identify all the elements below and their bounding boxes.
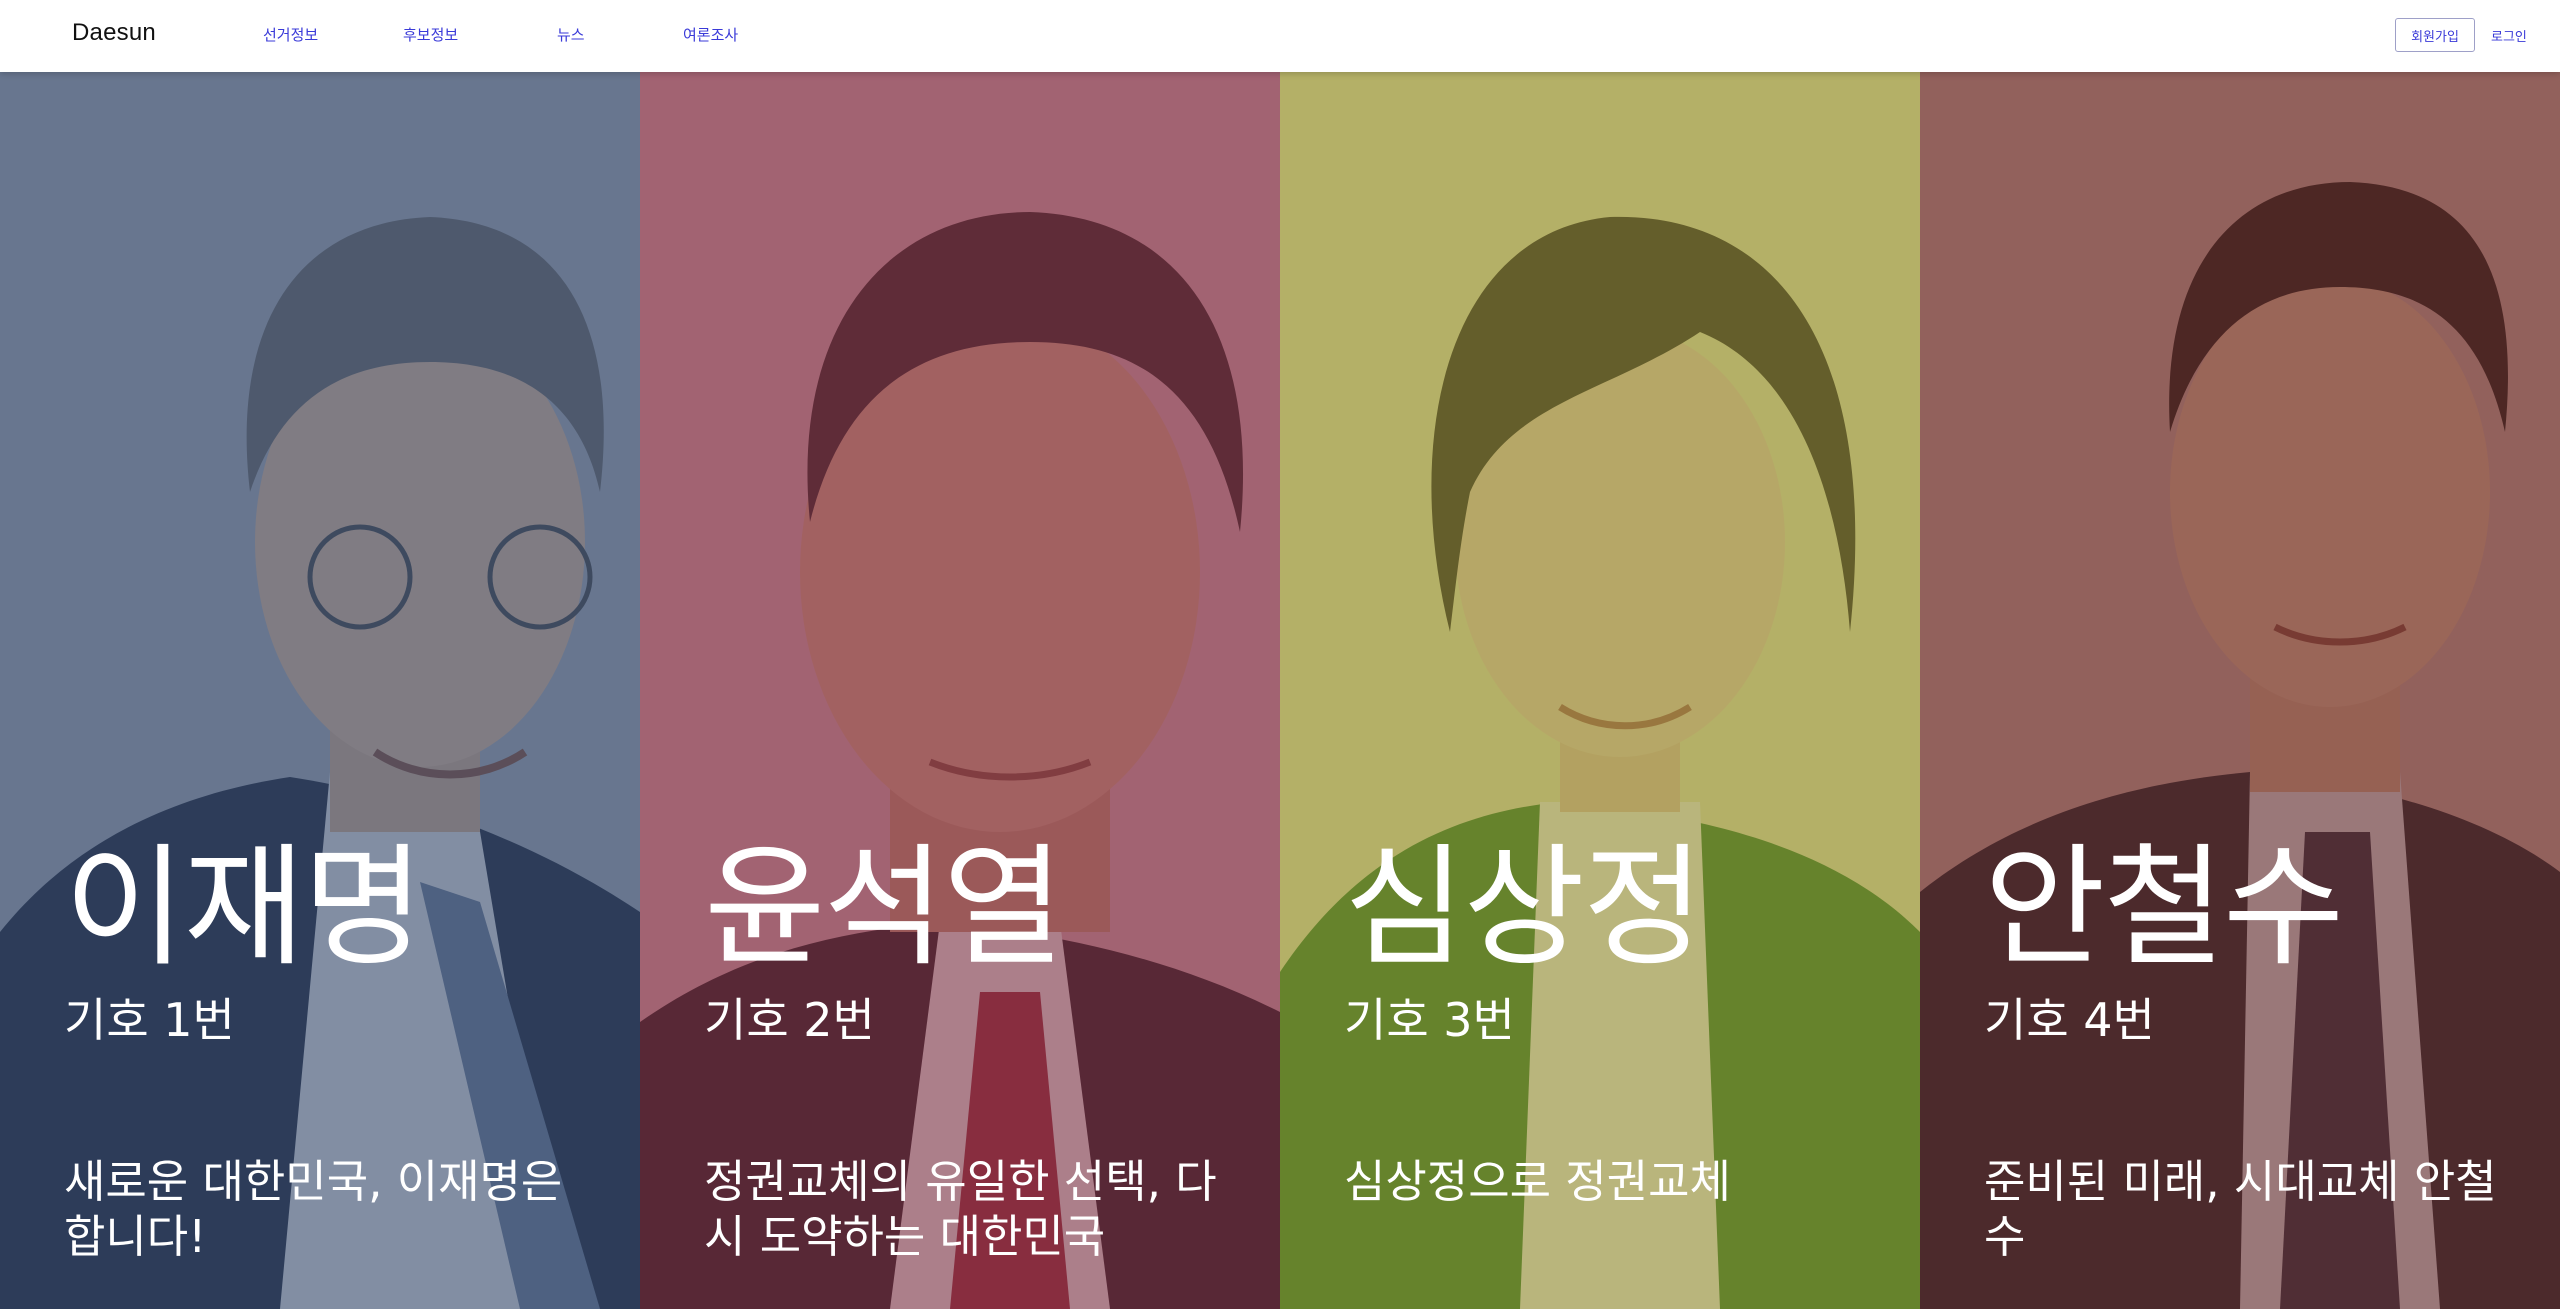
candidate-number: 기호 3번	[1344, 993, 1515, 1047]
candidate-name: 안철수	[1984, 831, 2344, 985]
candidate-slogan: 정권교체의 유일한 선택, 다시 도약하는 대한민국	[704, 1155, 1217, 1263]
nav-link-election-info[interactable]: 선거정보	[263, 24, 318, 45]
candidate-card-4[interactable]: 안철수 기호 4번 준비된 미래, 시대교체 안철수	[1920, 72, 2560, 1309]
panel-tint-overlay	[1280, 72, 1920, 1309]
candidate-name: 심상정	[1344, 831, 1704, 985]
candidate-slogan: 준비된 미래, 시대교체 안철수	[1984, 1155, 2497, 1263]
candidate-name: 윤석열	[704, 831, 1064, 985]
panel-tint-overlay	[0, 72, 640, 1309]
candidate-panels: 이재명 기호 1번 새로운 대한민국, 이재명은 합니다! 윤석열 기호 2번 …	[0, 72, 2560, 1309]
panel-tint-overlay	[640, 72, 1280, 1309]
candidate-number: 기호 2번	[704, 993, 875, 1047]
candidate-name: 이재명	[64, 831, 424, 985]
candidate-card-3[interactable]: 심상정 기호 3번 심상정으로 정권교체	[1280, 72, 1920, 1309]
login-link[interactable]: 로그인	[2491, 26, 2527, 45]
candidate-number: 기호 1번	[64, 993, 235, 1047]
panel-tint-overlay	[1920, 72, 2560, 1309]
candidate-card-1[interactable]: 이재명 기호 1번 새로운 대한민국, 이재명은 합니다!	[0, 72, 640, 1309]
candidate-slogan: 새로운 대한민국, 이재명은 합니다!	[64, 1155, 563, 1263]
signup-button[interactable]: 회원가입	[2395, 18, 2475, 52]
candidate-card-2[interactable]: 윤석열 기호 2번 정권교체의 유일한 선택, 다시 도약하는 대한민국	[640, 72, 1280, 1309]
brand-logo[interactable]: Daesun	[72, 19, 156, 47]
top-navbar: Daesun 선거정보 후보정보 뉴스 여론조사 회원가입 로그인	[0, 0, 2560, 72]
candidate-number: 기호 4번	[1984, 993, 2155, 1047]
nav-link-polls[interactable]: 여론조사	[683, 24, 738, 45]
nav-link-news[interactable]: 뉴스	[557, 24, 585, 45]
candidate-slogan: 심상정으로 정권교체	[1344, 1155, 1731, 1208]
nav-link-candidate-info[interactable]: 후보정보	[403, 24, 458, 45]
